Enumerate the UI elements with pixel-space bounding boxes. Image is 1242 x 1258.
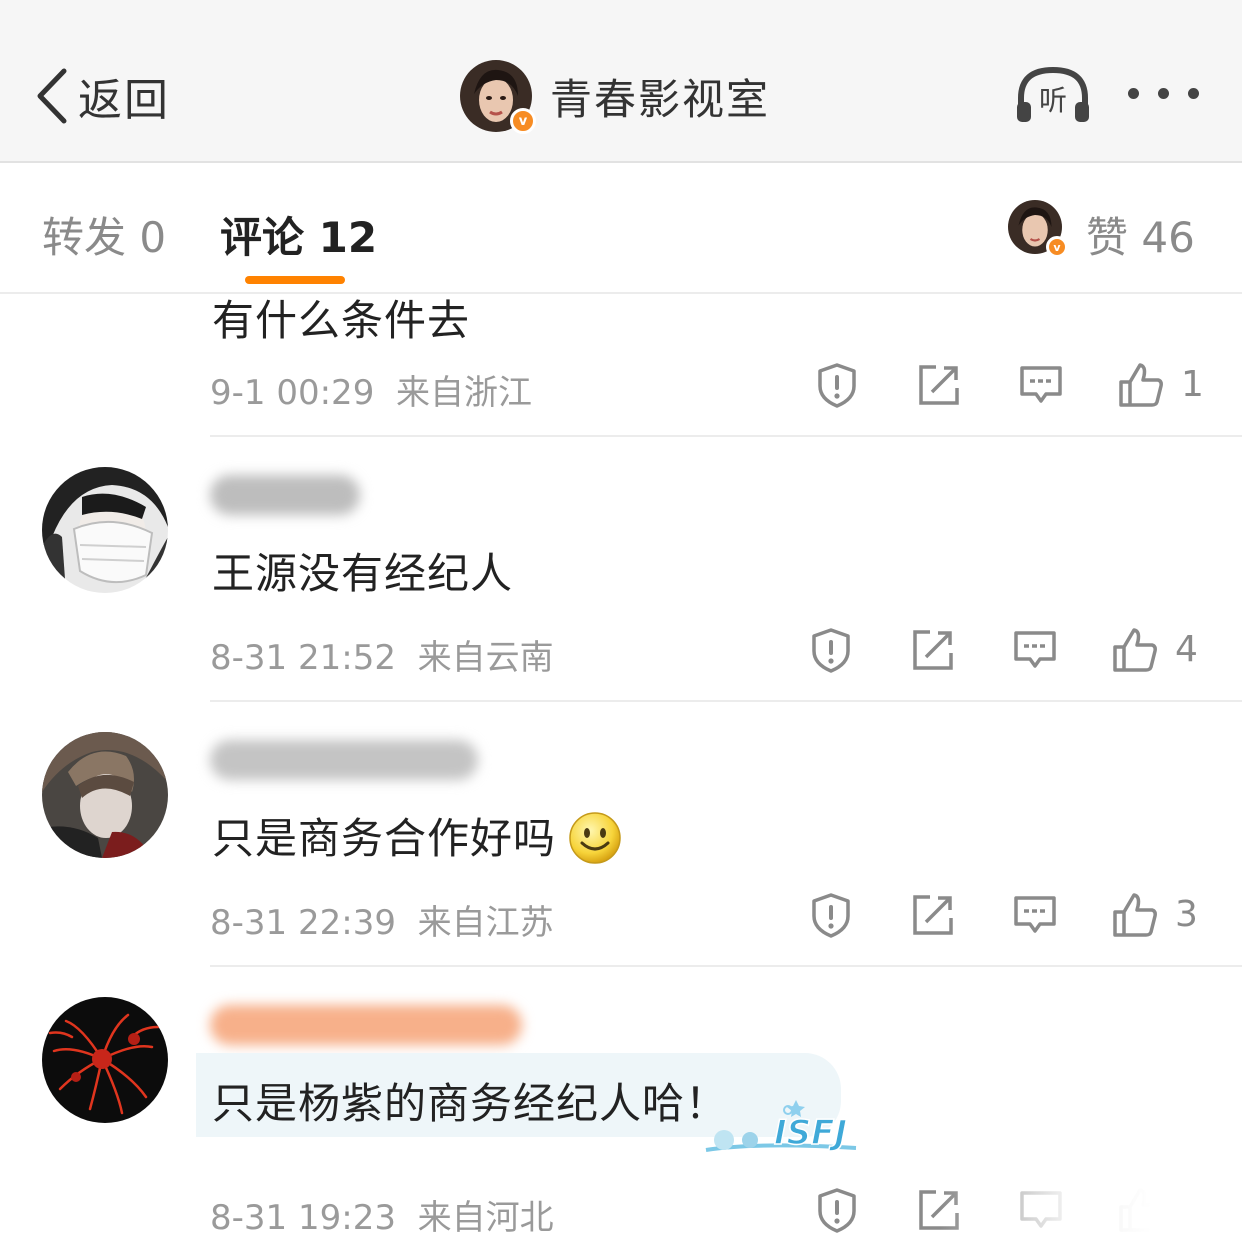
likes-avatar: v <box>1008 200 1068 258</box>
verified-badge-icon: v <box>510 108 536 134</box>
back-label: 返回 <box>78 75 170 126</box>
thumbs-up-icon[interactable] <box>1118 362 1164 408</box>
thumbs-up-icon[interactable] <box>1112 892 1158 938</box>
avatar[interactable] <box>42 467 168 593</box>
chevron-left-icon <box>37 68 67 124</box>
more-dot-icon <box>1158 88 1169 99</box>
commenter-name-redacted[interactable] <box>210 1005 522 1045</box>
repost-icon[interactable] <box>910 627 956 673</box>
thumbs-up-icon[interactable] <box>1112 627 1158 673</box>
comment-actions: 1 <box>0 362 1242 412</box>
comment-text-content: 只是商务合作好吗 <box>212 814 557 863</box>
comment-sticker: ISFJ <box>705 1100 857 1154</box>
avatar[interactable] <box>42 997 168 1123</box>
comment-actions: 4 <box>0 627 1236 677</box>
like-count: 4 <box>1175 629 1198 670</box>
bottom-fade-overlay <box>940 1150 1242 1258</box>
tab-likes[interactable]: 赞 46 <box>1086 204 1195 265</box>
comment-text: 有什么条件去 <box>212 296 471 345</box>
verified-badge-icon: v <box>1046 236 1068 258</box>
more-dot-icon <box>1128 88 1139 99</box>
comment-text: 只是杨紫的商务经纪人哈！ <box>212 1079 729 1128</box>
more-dot-icon <box>1188 88 1199 99</box>
report-shield-icon[interactable] <box>814 362 860 408</box>
top-navigation-bar: 返回 v 青春影视室 听 <box>0 0 1242 163</box>
tab-bar: 转发 0 评论 12 v 赞 46 <box>0 164 1242 294</box>
avatar[interactable]: v <box>460 60 536 134</box>
repost-icon[interactable] <box>916 362 962 408</box>
active-tab-indicator <box>245 276 345 284</box>
report-shield-icon[interactable] <box>808 627 854 673</box>
tab-forward[interactable]: 转发 0 <box>42 204 166 265</box>
reply-comment-icon[interactable] <box>1018 362 1064 408</box>
account-header[interactable]: v 青春影视室 <box>460 60 771 134</box>
commenter-photo <box>42 732 168 858</box>
tab-comments[interactable]: 评论 12 <box>220 204 377 265</box>
commenter-photo <box>42 467 168 593</box>
like-count: 1 <box>1181 364 1204 405</box>
comment-divider <box>210 435 1242 437</box>
listen-label: 听 <box>1039 84 1067 117</box>
back-button[interactable]: 返回 <box>34 66 170 126</box>
avatar[interactable] <box>42 732 168 858</box>
like-count: 3 <box>1175 894 1198 935</box>
report-shield-icon[interactable] <box>808 892 854 938</box>
comment-text: 只是商务合作好吗 <box>212 805 622 869</box>
more-options-button[interactable] <box>1128 88 1199 99</box>
repost-icon[interactable] <box>910 892 956 938</box>
sticker-label: ISFJ <box>774 1113 847 1153</box>
smile-emoji-icon <box>569 811 621 864</box>
comment-text: 王源没有经纪人 <box>212 549 514 598</box>
commenter-name-redacted[interactable] <box>210 740 478 780</box>
reply-comment-icon[interactable] <box>1012 892 1058 938</box>
headphones-icon: 听 <box>1017 66 1089 122</box>
report-shield-icon[interactable] <box>814 1187 860 1233</box>
listen-button[interactable]: 听 <box>1013 62 1093 132</box>
comment-actions: 3 <box>0 892 1236 942</box>
comment-divider <box>210 965 1242 967</box>
comment-divider <box>210 700 1242 702</box>
commenter-photo <box>42 997 168 1123</box>
commenter-name-redacted[interactable] <box>210 475 360 515</box>
reply-comment-icon[interactable] <box>1012 627 1058 673</box>
page-title: 青春影视室 <box>550 74 771 124</box>
